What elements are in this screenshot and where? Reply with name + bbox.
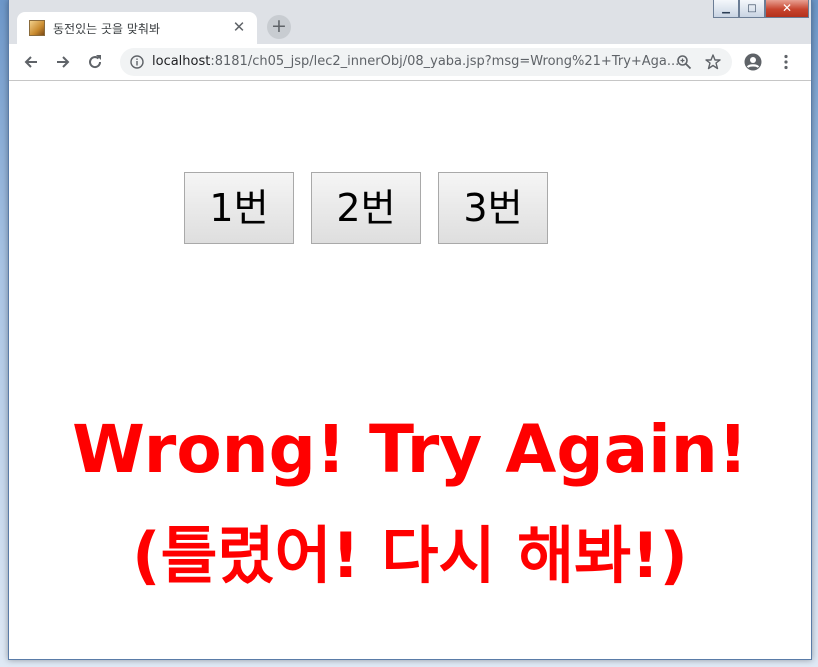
minimize-button[interactable]: ▁ [713,0,739,18]
forward-arrow-icon [57,56,70,68]
tab-active[interactable]: 동전있는 곳을 맞춰봐 ✕ [17,12,257,44]
zoom-icon[interactable] [676,54,692,70]
result-message-korean: (틀렸어! 다시 해봐!) [132,519,688,592]
favicon-icon [29,20,45,36]
window-controls: ▁ □ ✕ [713,0,809,20]
choice-button-1[interactable]: 1번 [184,172,294,244]
tab-strip: 동전있는 곳을 맞춰봐 ✕ + ▁ □ ✕ [9,0,811,44]
reload-icon [89,55,102,69]
back-button[interactable] [19,50,43,74]
url-text[interactable]: localhost:8181/ch05_jsp/lec2_innerObj/08… [152,54,679,69]
result-message-english: Wrong! Try Again! [72,411,748,488]
choice-button-2[interactable]: 2번 [311,172,421,244]
star-icon[interactable] [704,53,722,71]
menu-icon[interactable] [777,53,795,71]
url-path: :8181/ch05_jsp/lec2_innerObj/08_yaba.jsp… [210,54,680,69]
reload-button[interactable] [83,50,107,74]
profile-icon[interactable] [744,53,762,71]
tab-title: 동전있는 곳을 맞춰봐 [53,22,160,36]
url-host: localhost [152,54,211,69]
choice-button-3[interactable]: 3번 [438,172,548,244]
tab-close-icon[interactable]: ✕ [229,17,249,37]
close-window-button[interactable]: ✕ [765,0,809,18]
page-content: 1번 2번 3번 Wrong! Try Again! (틀렸어! 다시 해봐!) [9,81,811,659]
address-bar[interactable]: localhost:8181/ch05_jsp/lec2_innerObj/08… [120,48,732,76]
new-tab-button[interactable]: + [267,15,291,39]
maximize-button[interactable]: □ [739,0,765,18]
browser-toolbar: localhost:8181/ch05_jsp/lec2_innerObj/08… [9,44,811,81]
back-arrow-icon [24,56,37,68]
forward-button[interactable] [51,50,75,74]
browser-window: 동전있는 곳을 맞춰봐 ✕ + ▁ □ ✕ localhost:8181/ch0… [8,0,812,660]
info-icon[interactable] [130,55,144,69]
